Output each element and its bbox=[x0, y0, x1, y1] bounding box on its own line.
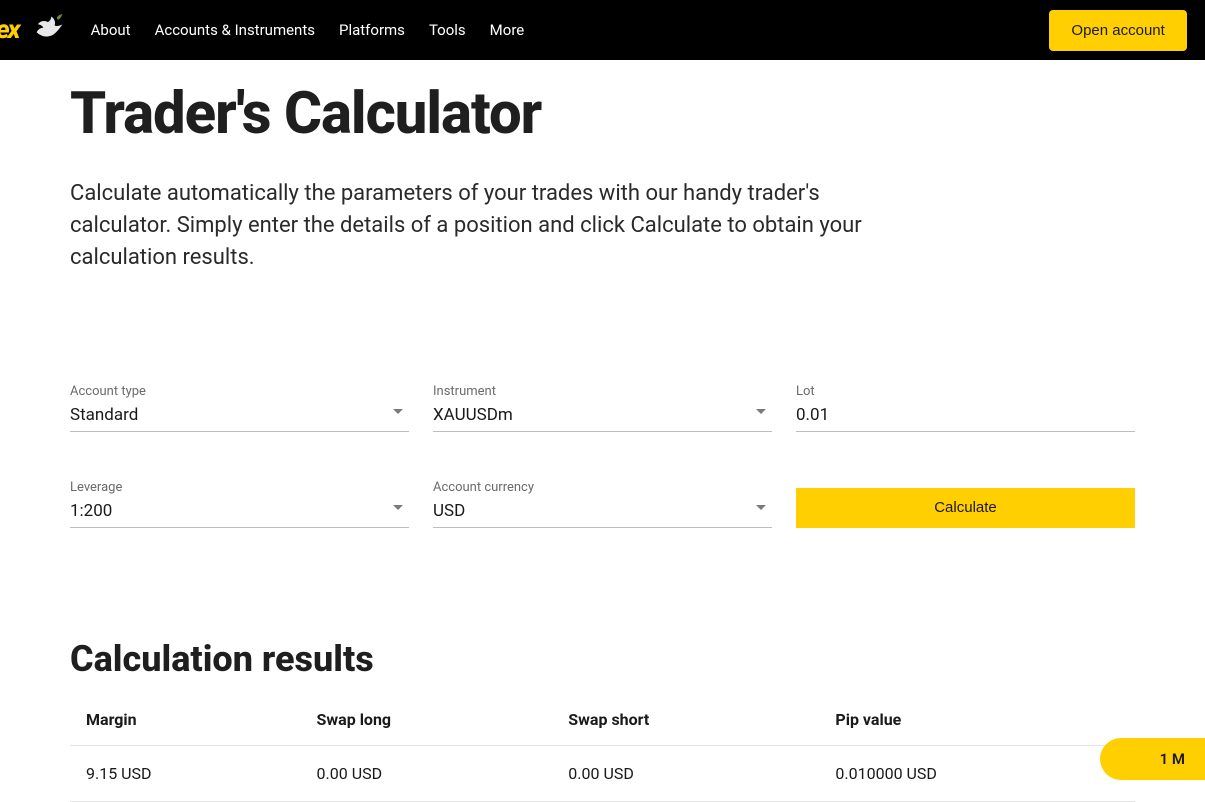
chevron-down-icon bbox=[756, 409, 766, 414]
leverage-field[interactable]: Leverage 1:200 bbox=[70, 480, 409, 528]
lot-field[interactable]: Lot 0.01 bbox=[796, 384, 1135, 432]
logo-group: ex bbox=[0, 12, 67, 48]
open-account-button[interactable]: Open account bbox=[1049, 10, 1186, 51]
lot-value: 0.01 bbox=[796, 405, 829, 425]
instrument-value: XAUUSDm bbox=[433, 405, 513, 425]
cell-margin: 9.15 USD bbox=[70, 745, 301, 801]
brand-logo[interactable]: ex bbox=[0, 15, 19, 45]
instrument-field[interactable]: Instrument XAUUSDm bbox=[433, 384, 772, 432]
dove-icon bbox=[31, 12, 67, 48]
instrument-label: Instrument bbox=[433, 384, 772, 399]
cell-swap-long: 0.00 USD bbox=[301, 745, 553, 801]
results-table: Margin Swap long Swap short Pip value 9.… bbox=[70, 694, 1135, 802]
chevron-down-icon bbox=[393, 409, 403, 414]
calculate-cell: Calculate bbox=[796, 480, 1135, 528]
table-row: 9.15 USD 0.00 USD 0.00 USD 0.010000 USD bbox=[70, 745, 1135, 801]
cell-pip-value: 0.010000 USD bbox=[819, 745, 1135, 801]
account-type-field[interactable]: Account type Standard bbox=[70, 384, 409, 432]
page-title: Trader's Calculator bbox=[70, 80, 1135, 148]
account-type-label: Account type bbox=[70, 384, 409, 399]
calculator-form: Account type Standard Instrument XAUUSDm… bbox=[70, 384, 1135, 528]
leverage-label: Leverage bbox=[70, 480, 409, 495]
col-swap-long: Swap long bbox=[301, 694, 553, 746]
floating-pill[interactable]: 1 M bbox=[1100, 738, 1205, 780]
results-title: Calculation results bbox=[70, 638, 1135, 680]
leverage-value: 1:200 bbox=[70, 501, 112, 521]
nav-accounts[interactable]: Accounts & Instruments bbox=[155, 21, 315, 39]
col-swap-short: Swap short bbox=[552, 694, 819, 746]
nav-links: About Accounts & Instruments Platforms T… bbox=[91, 21, 525, 39]
nav-right: Open account bbox=[1049, 10, 1205, 51]
currency-label: Account currency bbox=[433, 480, 772, 495]
nav-platforms[interactable]: Platforms bbox=[339, 21, 405, 39]
lot-label: Lot bbox=[796, 384, 1135, 399]
calculate-button[interactable]: Calculate bbox=[796, 488, 1135, 528]
nav-about[interactable]: About bbox=[91, 21, 131, 39]
account-type-value: Standard bbox=[70, 405, 138, 425]
nav-tools[interactable]: Tools bbox=[429, 21, 466, 39]
chevron-down-icon bbox=[393, 505, 403, 510]
page-subtitle: Calculate automatically the parameters o… bbox=[70, 178, 900, 274]
page-content: Trader's Calculator Calculate automatica… bbox=[0, 80, 1205, 802]
currency-field[interactable]: Account currency USD bbox=[433, 480, 772, 528]
top-navbar: ex About Accounts & Instruments Platform… bbox=[0, 0, 1205, 60]
col-pip-value: Pip value bbox=[819, 694, 1135, 746]
chevron-down-icon bbox=[756, 505, 766, 510]
col-margin: Margin bbox=[70, 694, 301, 746]
cell-swap-short: 0.00 USD bbox=[552, 745, 819, 801]
results-header-row: Margin Swap long Swap short Pip value bbox=[70, 694, 1135, 746]
currency-value: USD bbox=[433, 501, 465, 521]
nav-more[interactable]: More bbox=[490, 21, 525, 39]
